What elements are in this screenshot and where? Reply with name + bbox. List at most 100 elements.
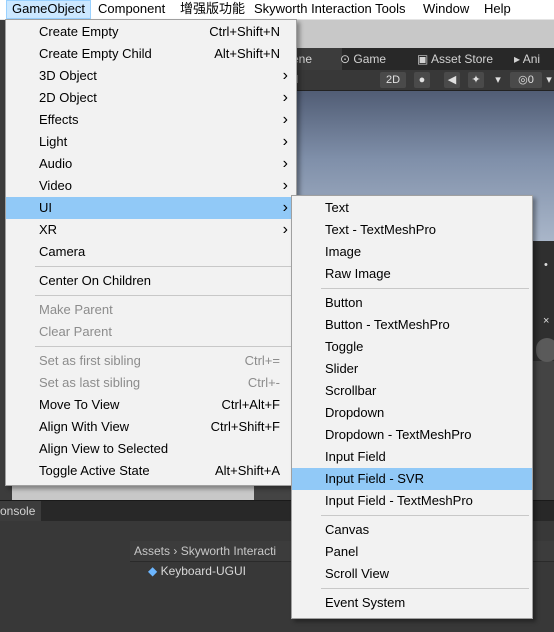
more-dropdown-icon[interactable]: ▾ [544, 72, 554, 88]
menu-item-label: XR [39, 222, 58, 237]
menu-item-label: Dropdown [325, 405, 385, 420]
menu-item-scrollbar[interactable]: Scrollbar [292, 380, 532, 402]
cube-icon: ◆ [148, 564, 158, 578]
menu-item-light[interactable]: Light › [6, 131, 296, 153]
menu-item-raw-image[interactable]: Raw Image [292, 263, 532, 285]
menu-item-label: Panel [325, 544, 359, 559]
menu-item-shortcut: Ctrl+Shift+F [210, 419, 280, 434]
menu-item-shortcut: Ctrl+- [247, 375, 280, 390]
menu-item-label: Button - TextMeshPro [325, 317, 450, 332]
gameobject-menu: Create Empty Ctrl+Shift+N Create Empty Chi… [5, 19, 297, 486]
menu-item-3d-object[interactable]: 3D Object › [6, 65, 296, 87]
chevron-right-icon: › [282, 67, 288, 84]
menu-item-dropdown[interactable]: Dropdown [292, 402, 532, 424]
menu-item-label: Input Field - SVR [325, 471, 424, 486]
breadcrumb-skyworth[interactable]: Skyworth Interacti [181, 544, 276, 558]
menu-item-input-field[interactable]: Input Field [292, 446, 532, 468]
menu-item-label: Text - TextMeshPro [325, 222, 437, 237]
menu-item-video[interactable]: Video › [6, 175, 296, 197]
menu-item-toggle[interactable]: Toggle [292, 336, 532, 358]
menu-item-move-to-view[interactable]: Move To View Ctrl+Alt+F [6, 394, 296, 416]
menu-item-create-empty-child[interactable]: Create Empty Child Alt+Shift+N [6, 43, 296, 65]
menu-item-label: UI [39, 200, 52, 215]
close-icon[interactable]: × [543, 315, 549, 327]
menu-item-label: Set as first sibling [39, 353, 141, 368]
menu-separator [321, 514, 529, 516]
tab-animation[interactable]: ▸ Ani [514, 48, 540, 70]
gizmo-visibility-button[interactable]: ◎0 [510, 72, 542, 88]
tab-asset-store[interactable]: ▣ Asset Store [417, 48, 493, 70]
menu-item-slider[interactable]: Slider [292, 358, 532, 380]
menu-item-input-field-textmeshpro[interactable]: Input Field - TextMeshPro [292, 490, 532, 512]
menu-item-button[interactable]: Button [292, 292, 532, 314]
menu-item-set-as-first-sibling: Set as first sibling Ctrl+= [6, 350, 296, 372]
menu-item-audio[interactable]: Audio › [6, 153, 296, 175]
menubar-help[interactable]: Help [478, 0, 517, 19]
menu-item-create-empty[interactable]: Create Empty Ctrl+Shift+N [6, 21, 296, 43]
menu-item-make-parent: Make Parent [6, 299, 296, 321]
menu-separator [35, 265, 293, 267]
menu-item-button-textmeshpro[interactable]: Button - TextMeshPro [292, 314, 532, 336]
menubar-skyworth-tools[interactable]: Skyworth Interaction Tools [248, 0, 412, 19]
menu-item-canvas[interactable]: Canvas [292, 519, 532, 541]
tab-game[interactable]: ⊙ Game [340, 48, 386, 70]
eye-slash-icon: ◎ [518, 74, 528, 86]
menu-item-label: Input Field - TextMeshPro [325, 493, 473, 508]
menu-item-label: 3D Object [39, 68, 97, 83]
menu-item-align-with-view[interactable]: Align With View Ctrl+Shift+F [6, 416, 296, 438]
menu-separator [321, 287, 529, 289]
menubar-window[interactable]: Window [417, 0, 475, 19]
menu-item-label: Center On Children [39, 273, 151, 288]
menu-item-camera[interactable]: Camera [6, 241, 296, 263]
menu-item-label: Dropdown - TextMeshPro [325, 427, 472, 442]
store-icon: ▣ [417, 52, 432, 66]
light-icon[interactable]: ● [414, 72, 430, 88]
menu-item-label: Raw Image [325, 266, 391, 281]
menu-separator [35, 294, 293, 296]
menu-item-align-view-to-selected[interactable]: Align View to Selected [6, 438, 296, 460]
menu-item-event-system[interactable]: Event System [292, 592, 532, 614]
effects-icon[interactable]: ✦ [468, 72, 484, 88]
menubar-component[interactable]: Component [92, 0, 171, 19]
menu-item-text[interactable]: Text [292, 197, 532, 219]
menu-item-xr[interactable]: XR › [6, 219, 296, 241]
menu-item-scroll-view[interactable]: Scroll View [292, 563, 532, 585]
menubar-enhanced-features[interactable]: 增强版功能 [174, 0, 251, 19]
menu-item-ui[interactable]: UI › [6, 197, 296, 219]
tab-asset-store-label: Asset Store [431, 52, 494, 66]
menu-item-label: Effects [39, 112, 79, 127]
asset-item[interactable]: ◆ Keyboard-UGUI [148, 563, 246, 579]
menu-item-clear-parent: Clear Parent [6, 321, 296, 343]
tab-game-label: Game [353, 52, 387, 66]
menu-item-panel[interactable]: Panel [292, 541, 532, 563]
menu-item-shortcut: Ctrl+Alt+F [221, 397, 280, 412]
effects-dropdown-icon[interactable]: ▾ [492, 72, 504, 88]
dot-icon: • [544, 259, 548, 271]
menu-item-input-field-svr[interactable]: Input Field - SVR [292, 468, 532, 490]
menu-item-label: Scrollbar [325, 383, 377, 398]
menu-item-image[interactable]: Image [292, 241, 532, 263]
menu-item-effects[interactable]: Effects › [6, 109, 296, 131]
menu-item-label: Light [39, 134, 68, 149]
tab-console[interactable]: onsole [0, 501, 42, 521]
scene-overlay-handle[interactable] [536, 338, 554, 362]
ui-submenu: Text Text - TextMeshPro Image Raw Image Butt… [291, 195, 533, 619]
menu-item-label: Set as last sibling [39, 375, 141, 390]
menu-item-label: Slider [325, 361, 359, 376]
tab-animation-label: Ani [522, 52, 541, 66]
menu-item-dropdown-textmeshpro[interactable]: Dropdown - TextMeshPro [292, 424, 532, 446]
menu-item-label: Image [325, 244, 362, 259]
chevron-right-icon: › [282, 133, 288, 150]
toggle-2d-button[interactable]: 2D [380, 72, 406, 88]
menu-item-toggle-active-state[interactable]: Toggle Active State Alt+Shift+A [6, 460, 296, 482]
menu-item-2d-object[interactable]: 2D Object › [6, 87, 296, 109]
menu-separator [321, 587, 529, 589]
breadcrumb-assets[interactable]: Assets [130, 544, 170, 558]
chevron-right-icon: › [282, 199, 288, 216]
scene-toolbar: d 2D ● ◀ ✦ ▾ ◎0 ▾ [254, 70, 554, 91]
audio-icon[interactable]: ◀ [444, 72, 460, 88]
menu-item-text-textmeshpro[interactable]: Text - TextMeshPro [292, 219, 532, 241]
menubar-gameobject[interactable]: GameObject [6, 0, 91, 19]
menu-item-center-on-children[interactable]: Center On Children [6, 270, 296, 292]
menu-item-label: Toggle [325, 339, 364, 354]
